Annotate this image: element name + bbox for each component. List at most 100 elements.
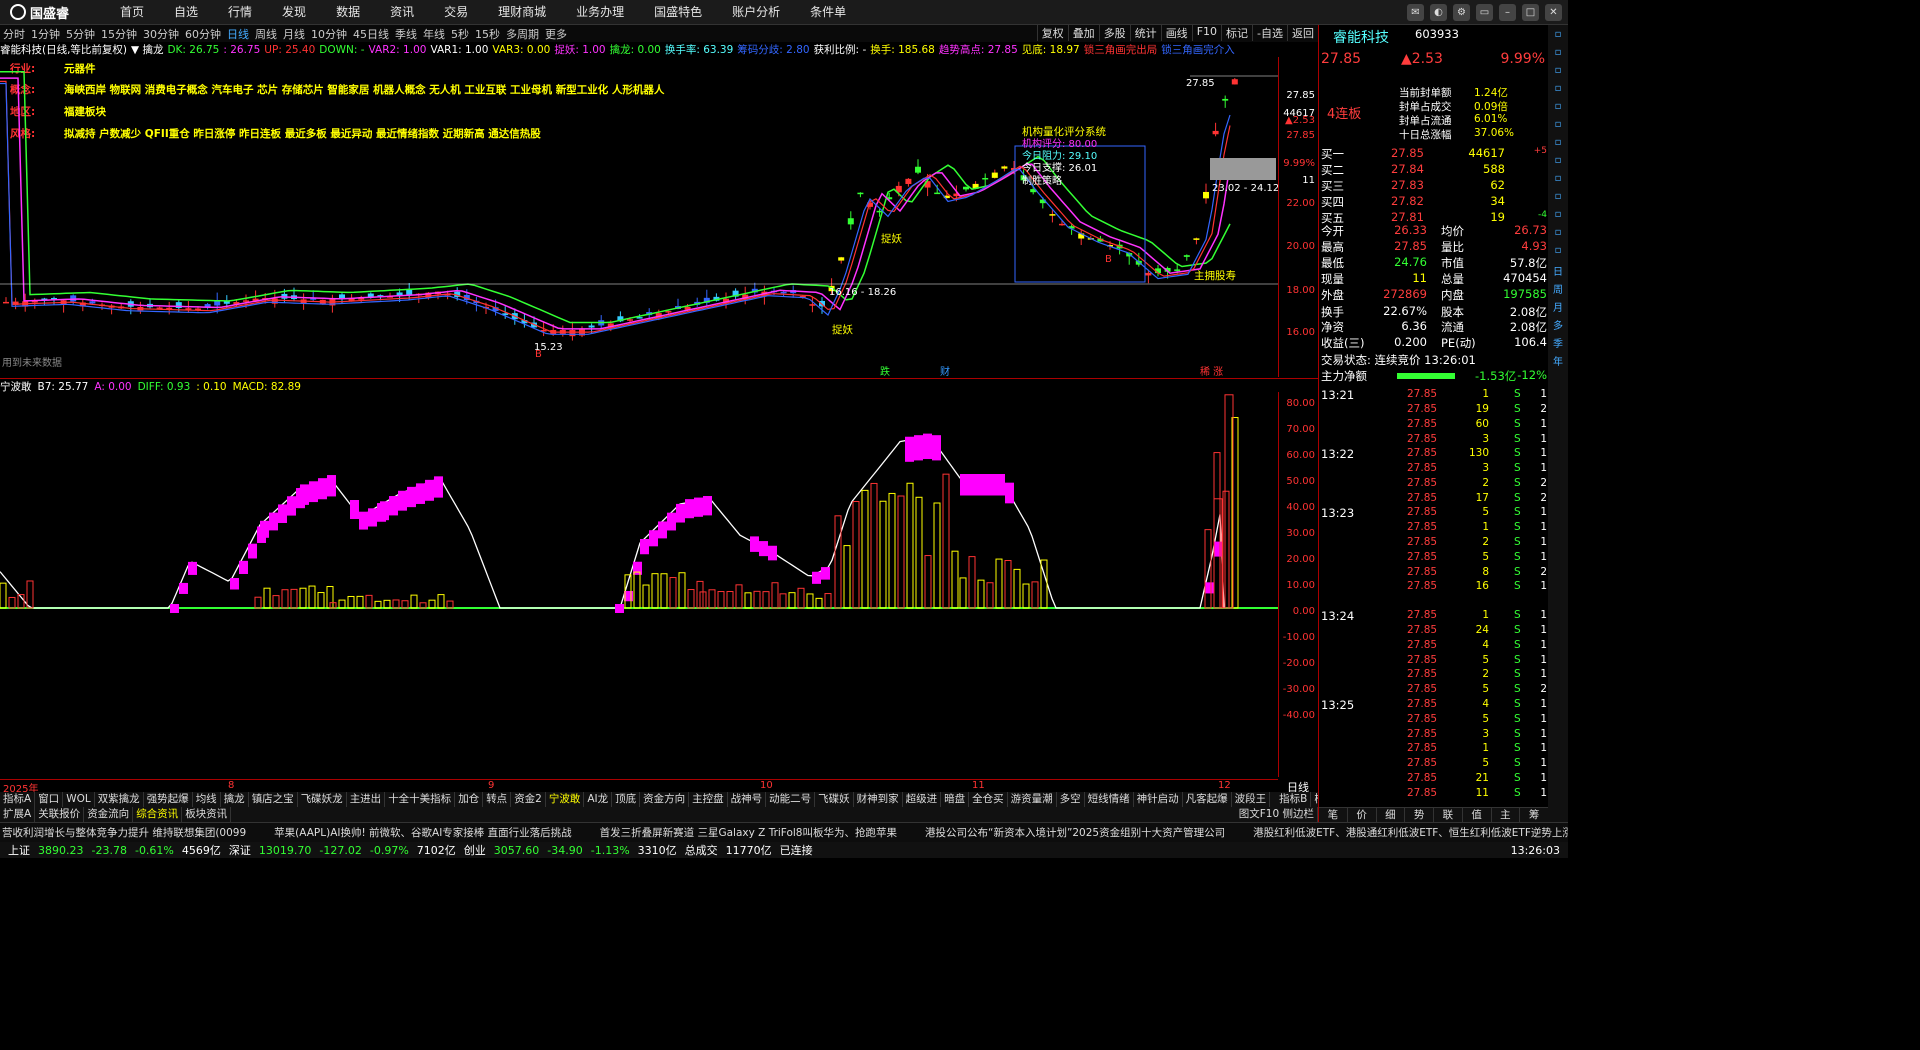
candlestick-chart[interactable]: 27.85 23.02 - 24.12 16.16 - 18.26 15.23 … <box>0 57 1278 377</box>
indicator-tab[interactable]: AI龙 <box>584 792 613 807</box>
menu-item[interactable]: 自选 <box>152 0 206 25</box>
close-icon[interactable]: ✕ <box>1545 4 1562 21</box>
quote-tab[interactable]: 联 <box>1434 808 1463 822</box>
bottom-tab[interactable]: 板块资讯 <box>182 807 232 822</box>
indicator-tab[interactable]: 宁波敢 <box>546 792 585 807</box>
news-item[interactable]: 营收利润增长与整体竞争力提升 维持联想集团(0099 <box>2 823 246 842</box>
indicator-tab[interactable]: WOL <box>63 792 95 807</box>
period-tab[interactable]: 周线 <box>252 26 280 42</box>
period-tab[interactable]: 15分钟 <box>98 26 140 42</box>
alert-icon[interactable]: ▫ <box>1551 137 1565 151</box>
period-shortcut[interactable]: 周 <box>1551 281 1565 296</box>
grid-icon[interactable]: ▫ <box>1551 65 1565 79</box>
period-shortcut[interactable]: 季 <box>1551 335 1565 350</box>
settings-icon[interactable]: ⚙ <box>1453 4 1470 21</box>
skin-icon[interactable]: ◐ <box>1430 4 1447 21</box>
period-shortcut[interactable]: 月 <box>1551 299 1565 314</box>
period-shortcut[interactable]: 日 <box>1551 263 1565 278</box>
indicator-tab[interactable]: 强势起爆 <box>144 792 193 807</box>
indicator-tab[interactable]: 战神号 <box>728 792 767 807</box>
indicator-tab[interactable]: 暗盘 <box>941 792 970 807</box>
indicator-tab[interactable]: 资金方向 <box>640 792 690 807</box>
indicator-tab[interactable]: 顶底 <box>612 792 641 807</box>
period-tab[interactable]: 更多 <box>542 26 570 42</box>
note-icon[interactable]: ▫ <box>1551 173 1565 187</box>
period-shortcut[interactable]: 年 <box>1551 353 1565 368</box>
quote-tab[interactable]: 主 <box>1492 808 1521 822</box>
indicator-tab[interactable]: 双紫擒龙 <box>95 792 144 807</box>
period-tab[interactable]: 分时 <box>0 26 28 42</box>
indicator-tab[interactable]: 擒龙 <box>221 792 249 807</box>
period-tab[interactable]: 年线 <box>420 26 448 42</box>
news-item[interactable]: 港股红利低波ETF、港股通红利低波ETF、恒生红利低波ETF逆势上涨, <box>1253 823 1568 842</box>
indicator-tab[interactable]: 十全十美指标 <box>385 792 456 807</box>
tool-button[interactable]: 叠加 <box>1067 25 1099 41</box>
quote-tab[interactable]: 筹 <box>1520 808 1549 822</box>
chart-icon[interactable]: ▫ <box>1551 119 1565 133</box>
macd-chart[interactable] <box>0 392 1278 777</box>
menu-item[interactable]: 条件单 <box>788 0 854 25</box>
bottom-tab[interactable]: 扩展A <box>0 807 36 822</box>
indicator-tab[interactable]: 主进出 <box>347 792 386 807</box>
rss-icon[interactable]: ▫ <box>1551 155 1565 169</box>
list-icon[interactable]: ▫ <box>1551 83 1565 97</box>
gear-icon[interactable]: ▫ <box>1551 191 1565 205</box>
share-icon[interactable]: ▫ <box>1551 209 1565 223</box>
indicator-tab[interactable]: 转点 <box>483 792 512 807</box>
period-tab[interactable]: 5分钟 <box>63 26 98 42</box>
quote-tab[interactable]: 价 <box>1348 808 1377 822</box>
indicator-tab[interactable]: 财神到家 <box>854 792 903 807</box>
indicator-tab[interactable]: 超级进 <box>903 792 942 807</box>
menu-item[interactable]: 交易 <box>422 0 476 25</box>
indicator-tab[interactable]: 游资量潮 <box>1008 792 1057 807</box>
indicator-tab[interactable]: 镇店之宝 <box>249 792 298 807</box>
period-tab[interactable]: 日线 <box>224 26 252 42</box>
quote-tab[interactable]: 细 <box>1377 808 1406 822</box>
tool-button[interactable]: -自选 <box>1252 25 1287 41</box>
minimize-icon[interactable]: – <box>1499 4 1516 21</box>
tool-button[interactable]: F10 <box>1191 25 1221 41</box>
tool-button[interactable]: 复权 <box>1036 25 1068 41</box>
period-tab[interactable]: 30分钟 <box>140 26 182 42</box>
maximize-icon[interactable]: □ <box>1522 4 1539 21</box>
news-item[interactable]: 苹果(AAPL)AI换帅! 前微软、谷歌AI专家接棒 直面行业落后挑战 <box>274 823 571 842</box>
quote-tab[interactable]: 势 <box>1405 808 1434 822</box>
period-tab[interactable]: 季线 <box>392 26 420 42</box>
indicator-tab[interactable]: 均线 <box>193 792 221 807</box>
indicator-tab[interactable]: 凡客起爆 <box>1183 792 1232 807</box>
menu-item[interactable]: 数据 <box>314 0 368 25</box>
indicator-tab[interactable]: 指标B <box>1276 792 1312 807</box>
indicator-tab[interactable]: 资金2 <box>511 792 546 807</box>
tool-button[interactable]: 多股 <box>1098 25 1130 41</box>
rise-icon[interactable]: ▫ <box>1551 245 1565 259</box>
period-tab[interactable]: 10分钟 <box>308 26 350 42</box>
news-item[interactable]: 首发三折叠屏新赛道 三星Galaxy Z TriFol8叫板华为、抢跑苹果 <box>600 823 897 842</box>
news-item[interactable]: 港投公司公布“新资本入境计划”2025资金组别十大资产管理公司 <box>925 823 1225 842</box>
tool-button[interactable]: 统计 <box>1129 25 1161 41</box>
indicator-tab[interactable]: 飞碟妖 <box>815 792 854 807</box>
indicator-tab[interactable]: 动能二号 <box>766 792 816 807</box>
indicator-tab[interactable]: 全仓买 <box>969 792 1008 807</box>
indicator-tab[interactable]: 模板 <box>1311 792 1318 807</box>
indicator-tab[interactable]: 主控盘 <box>689 792 728 807</box>
bottom-tab[interactable]: 综合资讯 <box>133 807 183 822</box>
swap-icon[interactable]: ▫ <box>1551 227 1565 241</box>
menu-item[interactable]: 首页 <box>98 0 152 25</box>
tool-button[interactable]: 画线 <box>1160 25 1192 41</box>
indicator-tab[interactable]: 神针启动 <box>1134 792 1183 807</box>
message-icon[interactable]: ✉ <box>1407 4 1424 21</box>
tool-button[interactable]: 返回 <box>1287 25 1318 41</box>
quote-tab[interactable]: 笔 <box>1319 808 1348 822</box>
bottom-tab[interactable]: 关联报价 <box>35 807 85 822</box>
menu-item[interactable]: 理财商城 <box>476 0 554 25</box>
menu-item[interactable]: 资讯 <box>368 0 422 25</box>
quote-tab[interactable]: 值 <box>1463 808 1492 822</box>
period-tab[interactable]: 1分钟 <box>28 26 63 42</box>
side-panel-toggle[interactable]: 图文F10 侧边栏 <box>1236 807 1318 822</box>
period-tab[interactable]: 60分钟 <box>182 26 224 42</box>
period-shortcut[interactable]: 多 <box>1551 317 1565 332</box>
window-icon[interactable]: ▭ <box>1476 4 1493 21</box>
indicator-tab[interactable]: 窗口 <box>35 792 64 807</box>
indicator-tab[interactable]: 指标A <box>0 792 36 807</box>
period-tab[interactable]: 月线 <box>280 26 308 42</box>
